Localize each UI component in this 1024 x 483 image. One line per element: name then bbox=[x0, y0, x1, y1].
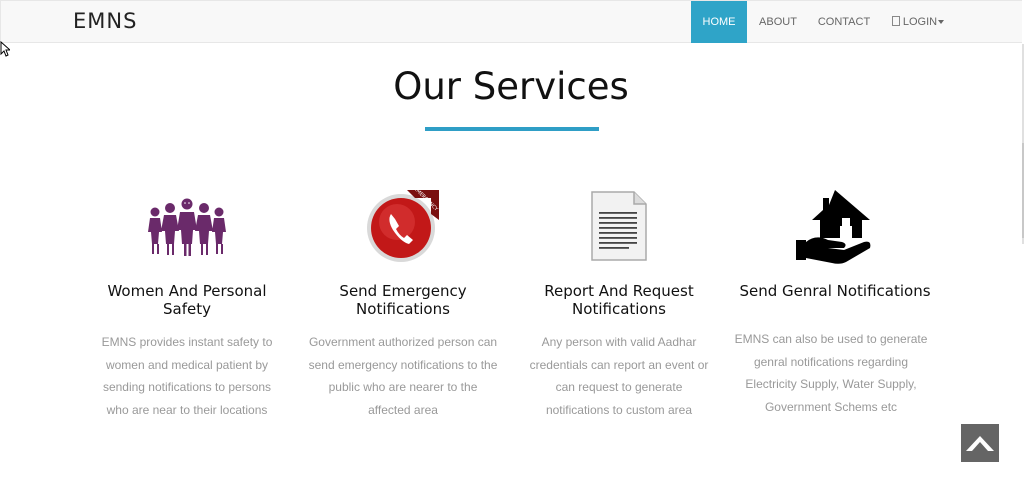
service-title-emergency: Send Emergency Notifications bbox=[339, 282, 467, 318]
service-title-general: Send Genral Notifications bbox=[739, 282, 931, 300]
chevron-up-icon bbox=[966, 436, 994, 451]
service-desc-women-safety: EMNS provides instant safety to women and… bbox=[101, 335, 273, 417]
document-icon bbox=[589, 190, 649, 266]
service-desc-report-request: Any person with valid Aadhar credentials … bbox=[529, 335, 709, 417]
title-underline bbox=[425, 127, 599, 131]
nav-login-dropdown[interactable]: LOGIN bbox=[889, 1, 947, 43]
service-title-women-safety: Women And Personal Safety bbox=[107, 282, 267, 318]
brand-logo[interactable]: EMNS bbox=[73, 9, 137, 33]
emergency-phone-icon: EMERGENCY bbox=[365, 186, 441, 268]
user-icon bbox=[891, 16, 900, 26]
back-to-top-button[interactable] bbox=[961, 424, 999, 462]
section-title: Our Services bbox=[393, 65, 629, 108]
mouse-cursor-icon bbox=[0, 40, 12, 61]
nav-home-link[interactable]: HOME bbox=[691, 1, 747, 43]
nav-contact-link[interactable]: CONTACT bbox=[817, 1, 871, 43]
women-group-icon bbox=[148, 198, 226, 260]
nav-login-label: LOGIN bbox=[902, 16, 938, 28]
service-desc-general: EMNS can also be used to generate genral … bbox=[734, 332, 928, 414]
house-hand-icon bbox=[796, 188, 874, 270]
nav-about-link[interactable]: ABOUT bbox=[757, 1, 799, 43]
service-title-report-request: Report And Request Notifications bbox=[544, 282, 694, 318]
caret-down-icon bbox=[938, 20, 945, 25]
navbar: EMNS HOME ABOUT CONTACT LOGIN bbox=[0, 0, 1022, 43]
service-desc-emergency: Government authorized person can send eme… bbox=[308, 335, 498, 417]
